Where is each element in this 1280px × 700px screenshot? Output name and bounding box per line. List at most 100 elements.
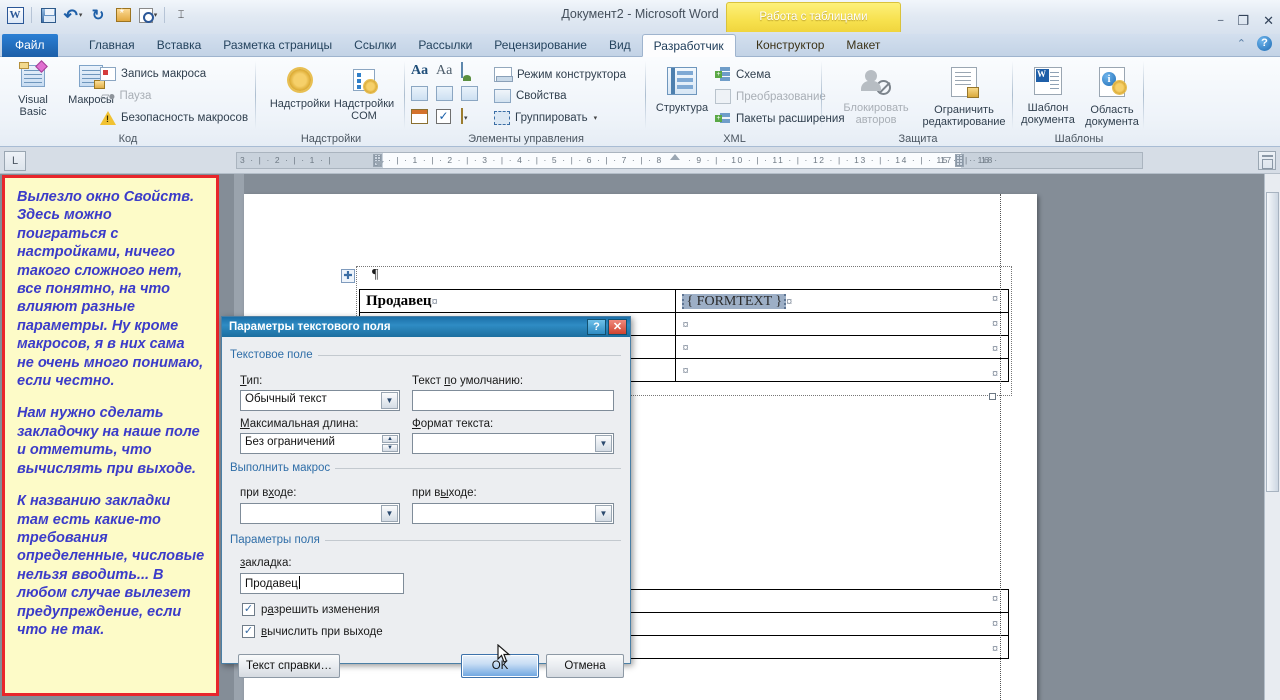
ribbon-group-templates: W Шаблон документа Область документа Шаб… xyxy=(1014,57,1144,147)
tab-page-layout[interactable]: Разметка страницы xyxy=(212,34,343,57)
vertical-scrollbar[interactable] xyxy=(1264,174,1280,700)
group-label-code: Код xyxy=(118,133,138,145)
legacy-tools-icon[interactable]: ▾ xyxy=(461,108,485,129)
allow-edit-checkbox[interactable]: ✓ xyxy=(242,603,255,616)
tab-references[interactable]: Ссылки xyxy=(343,34,407,57)
help-icon[interactable]: ? xyxy=(1257,36,1272,51)
picture-control-icon[interactable] xyxy=(461,62,485,83)
tab-view[interactable]: Вид xyxy=(598,34,642,57)
first-line-indent-marker[interactable] xyxy=(670,154,680,160)
close-button[interactable]: ✕ xyxy=(1263,14,1274,27)
tab-home[interactable]: Главная xyxy=(78,34,146,57)
default-text-input[interactable] xyxy=(412,390,614,411)
tab-mailings[interactable]: Рассылки xyxy=(407,34,483,57)
help-text-button[interactable]: Текст справки… xyxy=(238,654,340,678)
type-value: Обычный текст xyxy=(245,393,327,405)
horizontal-ruler[interactable]: 3 · | · 2 · | · 1 · | · | · 1 · | · 2 · … xyxy=(236,152,1143,169)
calc-on-exit-checkbox[interactable]: ✓ xyxy=(242,625,255,638)
macro-security-button[interactable]: Безопасность макросов xyxy=(100,111,248,125)
rich-text-control-icon[interactable]: Aa xyxy=(411,63,433,83)
group-label-addins: Надстройки xyxy=(300,133,362,145)
row-end-mark: ¤ xyxy=(992,643,999,655)
on-exit-combo[interactable]: ▼ xyxy=(412,503,614,524)
group-button[interactable]: Группировать ▾ xyxy=(494,111,597,125)
window-controls: – ❐ ✕ xyxy=(1218,14,1274,27)
bookmark-input[interactable]: Продавец xyxy=(240,573,404,594)
formtext-field[interactable]: { FORMTEXT } xyxy=(682,293,787,309)
chevron-down-icon[interactable]: ▼ xyxy=(595,435,612,452)
com-add-ins-button[interactable]: Надстройки COM xyxy=(333,69,395,123)
check-box-control-icon[interactable]: ✓ xyxy=(436,109,451,124)
scrollbar-thumb[interactable] xyxy=(1266,192,1279,492)
restrict-editing-label-1: Ограничить xyxy=(934,103,994,116)
chevron-down-icon[interactable]: ▼ xyxy=(595,505,612,522)
calc-on-exit-checkbox-row[interactable]: ✓ вычислить при выходе xyxy=(242,625,383,638)
group-separator-3 xyxy=(645,61,646,129)
dialog-close-button[interactable]: ✕ xyxy=(608,319,627,335)
tab-review[interactable]: Рецензирование xyxy=(483,34,598,57)
tab-file[interactable]: Файл xyxy=(2,34,58,57)
hanging-indent-marker[interactable] xyxy=(374,161,384,167)
document-panel-label-1: Область xyxy=(1090,103,1134,116)
row-end-mark: ¤ xyxy=(992,368,999,380)
table-cell[interactable]: ¤ xyxy=(675,358,1009,382)
dialog-title: Параметры текстового поля xyxy=(229,321,391,333)
chevron-down-icon[interactable]: ▾ xyxy=(594,114,598,122)
maxlength-spinner[interactable]: Без ограничений ▲ ▼ xyxy=(240,433,400,454)
drop-down-list-icon[interactable] xyxy=(461,86,478,101)
combo-box-control-icon[interactable] xyxy=(436,86,453,101)
record-macro-button[interactable]: Запись макроса xyxy=(100,67,206,81)
document-template-button[interactable]: W Шаблон документа xyxy=(1016,67,1080,127)
tab-insert[interactable]: Вставка xyxy=(146,34,213,57)
dialog-body: Текстовое поле Тип: Обычный текст ▼ Текс… xyxy=(222,337,630,678)
plain-text-control-icon[interactable]: Aa xyxy=(436,63,458,83)
table-cell[interactable]: ¤ xyxy=(675,335,1009,359)
tab-stop-selector[interactable]: L xyxy=(4,151,26,171)
chevron-up-icon[interactable]: ⌃ xyxy=(1237,37,1246,50)
on-entry-combo[interactable]: ▼ xyxy=(240,503,400,524)
row-end-mark: ¤ xyxy=(992,593,999,605)
group-separator-6 xyxy=(1143,61,1144,129)
text-form-field-options-dialog[interactable]: Параметры текстового поля ? ✕ Текстовое … xyxy=(221,316,631,678)
restrict-editing-button[interactable]: Ограничить редактирование xyxy=(919,67,1009,129)
spinner-down-icon[interactable]: ▼ xyxy=(382,444,398,452)
view-ruler-toggle[interactable] xyxy=(1258,151,1276,170)
column-marker-right[interactable] xyxy=(955,154,964,167)
ribbon-tab-strip: Файл Главная Вставка Разметка страницы С… xyxy=(0,34,1280,57)
tab-table-layout[interactable]: Макет xyxy=(835,34,891,57)
building-block-gallery-icon[interactable] xyxy=(411,86,428,101)
minimize-button[interactable]: – xyxy=(1218,15,1224,26)
block-authors-button: Блокировать авторов xyxy=(837,69,915,127)
design-mode-button[interactable]: Режим конструктора xyxy=(494,67,626,82)
schema-button[interactable]: + Схема xyxy=(715,67,771,82)
tab-table-design[interactable]: Конструктор xyxy=(745,34,835,57)
properties-button[interactable]: Свойства xyxy=(494,89,567,103)
document-panel-button[interactable]: Область документа xyxy=(1080,67,1144,129)
cancel-button[interactable]: Отмена xyxy=(546,654,624,678)
tab-developer[interactable]: Разработчик xyxy=(641,34,736,57)
group-label-protect: Защита xyxy=(898,133,938,145)
visual-basic-button[interactable]: Visual Basic xyxy=(4,60,62,119)
title-bar: W ↶▾ ↻ ▾ ⌶ Документ2 - Microsoft Word – … xyxy=(0,0,1280,34)
add-ins-button[interactable]: Надстройки xyxy=(269,69,331,110)
structure-button[interactable]: Структура xyxy=(651,67,713,114)
table-cell[interactable]: Продавец¤ xyxy=(358,289,677,313)
chevron-down-icon[interactable]: ▼ xyxy=(381,505,398,522)
table-cell[interactable]: { FORMTEXT } ¤ xyxy=(675,289,1009,313)
spinner-up-icon[interactable]: ▲ xyxy=(382,435,398,443)
ribbon-group-protect: Блокировать авторов Ограничить редактиро… xyxy=(823,57,1013,147)
allow-edit-checkbox-row[interactable]: ✓ разрешить изменения xyxy=(242,603,380,616)
dialog-help-button[interactable]: ? xyxy=(587,319,606,335)
textformat-combo[interactable]: ▼ xyxy=(412,433,614,454)
chevron-down-icon[interactable]: ▼ xyxy=(381,392,398,409)
table-cell[interactable]: ¤ xyxy=(675,312,1009,336)
date-picker-control-icon[interactable] xyxy=(411,109,428,124)
restore-button[interactable]: ❐ xyxy=(1237,14,1249,27)
table-row[interactable]: Продавец¤ { FORMTEXT } ¤ xyxy=(358,289,1009,313)
table-move-handle[interactable]: ✚ xyxy=(341,269,355,283)
visual-basic-icon xyxy=(19,60,48,91)
text-boundary-marker xyxy=(1000,194,1001,700)
table-resize-handle[interactable] xyxy=(989,393,996,400)
restrict-editing-icon xyxy=(951,67,979,101)
type-combo[interactable]: Обычный текст ▼ xyxy=(240,390,400,411)
